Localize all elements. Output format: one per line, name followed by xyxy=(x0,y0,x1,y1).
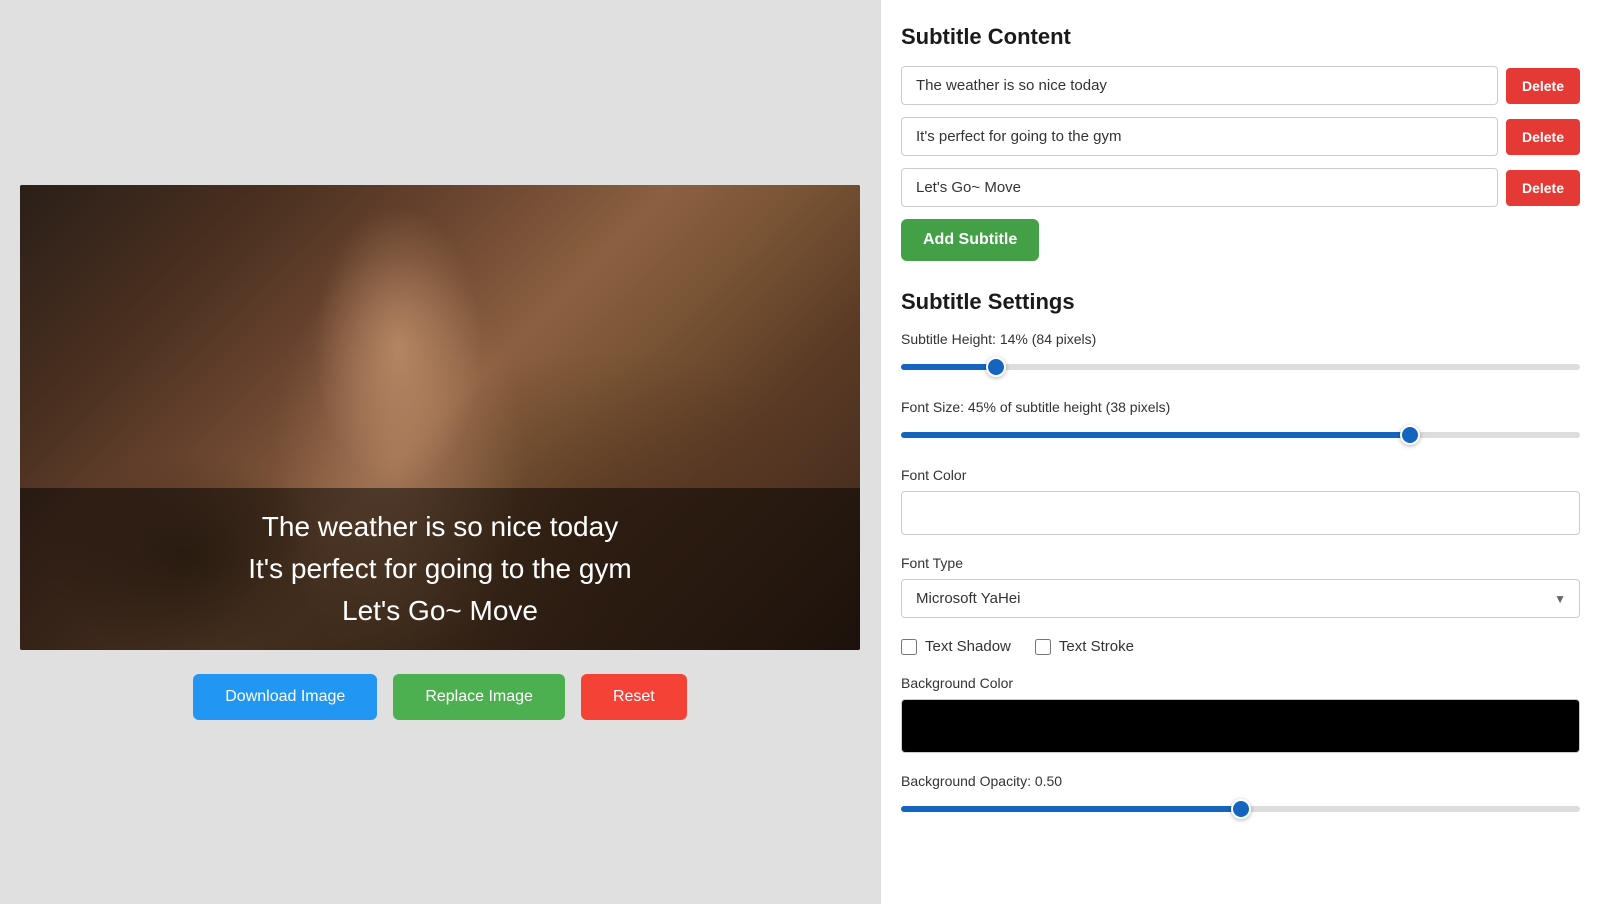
subtitle-settings-title: Subtitle Settings xyxy=(901,289,1580,315)
bg-opacity-slider-container[interactable] xyxy=(901,797,1580,821)
font-size-slider-track[interactable] xyxy=(901,432,1580,438)
subtitle-line-3: Let's Go~ Move xyxy=(40,590,840,632)
height-slider-track[interactable] xyxy=(901,364,1580,370)
font-size-label: Font Size: 45% of subtitle height (38 pi… xyxy=(901,399,1580,415)
font-size-setting: Font Size: 45% of subtitle height (38 pi… xyxy=(901,399,1580,447)
height-slider-fill xyxy=(901,364,996,370)
reset-button[interactable]: Reset xyxy=(581,674,687,720)
bg-opacity-label: Background Opacity: 0.50 xyxy=(901,773,1580,789)
subtitle-input-2[interactable] xyxy=(901,117,1498,156)
subtitle-row-2: Delete xyxy=(901,117,1580,156)
bg-color-setting: Background Color xyxy=(901,675,1580,753)
font-size-slider-thumb[interactable] xyxy=(1400,425,1420,445)
font-type-setting: Font Type Arial Microsoft YaHei Times Ne… xyxy=(901,555,1580,618)
font-type-select[interactable]: Arial Microsoft YaHei Times New Roman Ge… xyxy=(901,579,1580,618)
delete-button-1[interactable]: Delete xyxy=(1506,68,1580,104)
font-type-label: Font Type xyxy=(901,555,1580,571)
text-shadow-checkbox-label[interactable]: Text Shadow xyxy=(901,638,1011,655)
subtitle-content-title: Subtitle Content xyxy=(901,24,1580,50)
bg-color-input[interactable] xyxy=(901,699,1580,753)
image-container: The weather is so nice today It's perfec… xyxy=(20,185,860,650)
subtitle-overlay: The weather is so nice today It's perfec… xyxy=(20,488,860,650)
bg-opacity-slider-track[interactable] xyxy=(901,806,1580,812)
height-slider-thumb[interactable] xyxy=(986,357,1006,377)
text-stroke-checkbox[interactable] xyxy=(1035,639,1051,655)
delete-button-2[interactable]: Delete xyxy=(1506,119,1580,155)
bg-opacity-slider-thumb[interactable] xyxy=(1231,799,1251,819)
subtitle-line-1: The weather is so nice today xyxy=(40,506,840,548)
download-image-button[interactable]: Download Image xyxy=(193,674,377,720)
right-panel: Subtitle Content Delete Delete Delete Ad… xyxy=(880,0,1600,904)
height-setting: Subtitle Height: 14% (84 pixels) xyxy=(901,331,1580,379)
bg-opacity-slider-fill xyxy=(901,806,1241,812)
text-stroke-label: Text Stroke xyxy=(1059,638,1134,655)
font-color-setting: Font Color xyxy=(901,467,1580,535)
replace-image-button[interactable]: Replace Image xyxy=(393,674,565,720)
text-effects-row: Text Shadow Text Stroke xyxy=(901,638,1580,655)
text-shadow-checkbox[interactable] xyxy=(901,639,917,655)
subtitle-line-2: It's perfect for going to the gym xyxy=(40,548,840,590)
action-buttons: Download Image Replace Image Reset xyxy=(193,674,687,720)
font-type-select-wrapper: Arial Microsoft YaHei Times New Roman Ge… xyxy=(901,579,1580,618)
font-size-slider-fill xyxy=(901,432,1410,438)
delete-button-3[interactable]: Delete xyxy=(1506,170,1580,206)
left-panel: The weather is so nice today It's perfec… xyxy=(0,0,880,904)
height-slider-container[interactable] xyxy=(901,355,1580,379)
subtitle-input-1[interactable] xyxy=(901,66,1498,105)
text-shadow-label: Text Shadow xyxy=(925,638,1011,655)
subtitle-input-3[interactable] xyxy=(901,168,1498,207)
font-color-label: Font Color xyxy=(901,467,1580,483)
height-label: Subtitle Height: 14% (84 pixels) xyxy=(901,331,1580,347)
bg-color-label: Background Color xyxy=(901,675,1580,691)
subtitle-row-3: Delete xyxy=(901,168,1580,207)
text-stroke-checkbox-label[interactable]: Text Stroke xyxy=(1035,638,1134,655)
font-color-input[interactable] xyxy=(901,491,1580,535)
bg-opacity-setting: Background Opacity: 0.50 xyxy=(901,773,1580,821)
add-subtitle-button[interactable]: Add Subtitle xyxy=(901,219,1039,261)
subtitle-row-1: Delete xyxy=(901,66,1580,105)
font-size-slider-container[interactable] xyxy=(901,423,1580,447)
